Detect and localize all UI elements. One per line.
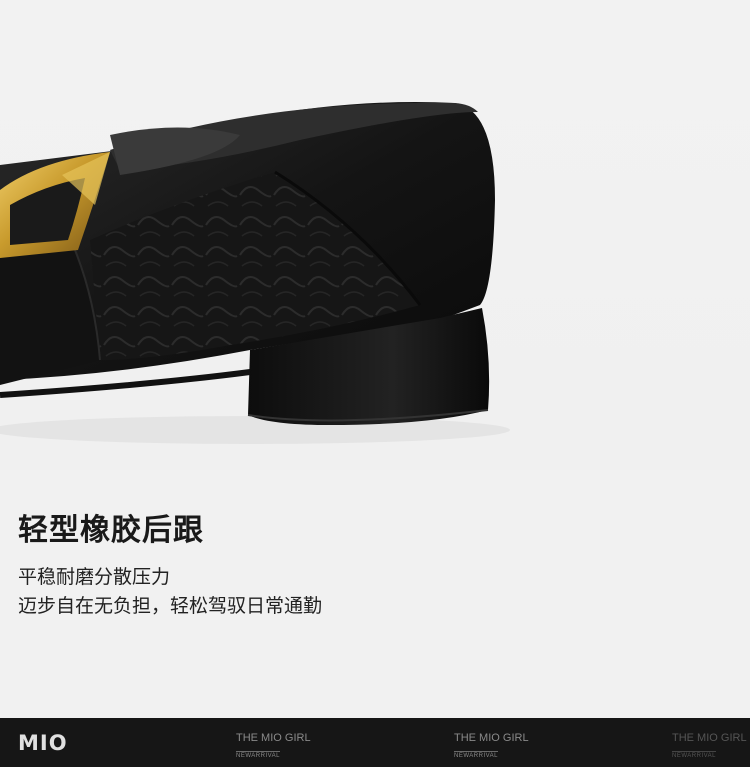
footer-tag-2: THE MIO GIRL NEWARRIVAL	[454, 732, 529, 762]
footer-tag-subtitle: NEWARRIVAL	[454, 751, 499, 759]
footer-tag-subtitle: NEWARRIVAL	[236, 751, 281, 759]
product-image	[0, 0, 750, 470]
description-line-2: 迈步自在无负担，轻松驾驭日常通勤	[18, 595, 323, 617]
feature-description: 平稳耐磨分散压力 迈步自在无负担，轻松驾驭日常通勤	[18, 563, 322, 621]
footer-tag-subtitle: NEWARRIVAL	[672, 751, 717, 759]
description-line-1: 平稳耐磨分散压力	[18, 566, 171, 588]
footer-tag-title: THE MIO GIRL	[672, 732, 747, 744]
brand-logo[interactable]: MIO	[18, 731, 68, 755]
footer-tag-title: THE MIO GIRL	[236, 732, 311, 744]
shoe-illustration	[0, 101, 510, 444]
feature-headline: 轻型橡胶后跟	[18, 513, 204, 548]
footer-tag-1: THE MIO GIRL NEWARRIVAL	[236, 732, 311, 762]
footer-bar: MIO THE MIO GIRL NEWARRIVAL THE MIO GIRL…	[0, 718, 750, 767]
footer-tag-3: THE MIO GIRL NEWARRIVAL	[672, 732, 747, 762]
footer-tag-title: THE MIO GIRL	[454, 732, 529, 744]
